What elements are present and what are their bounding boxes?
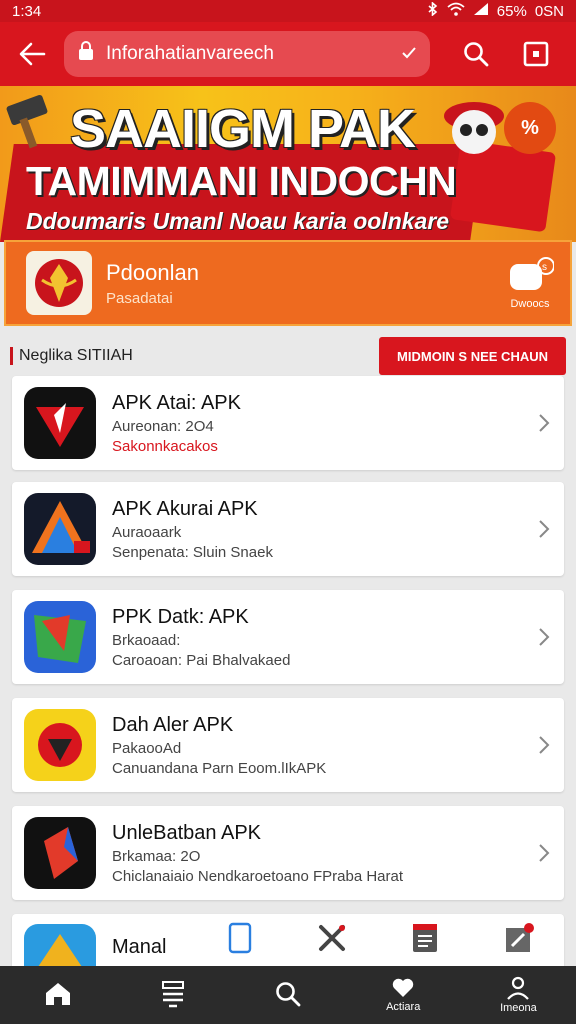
nav-search[interactable] — [230, 966, 345, 1024]
app-meta: Brkaoaad: — [112, 631, 181, 649]
tabs-button[interactable] — [506, 22, 566, 86]
app-icon — [24, 924, 96, 970]
search-icon — [464, 42, 489, 67]
status-icons: 65% 0SN — [427, 1, 564, 20]
app-meta-secondary: Senpenata: Sluin Snaek — [112, 543, 273, 561]
app-title: APK Atai: APK — [112, 391, 241, 414]
list-item[interactable]: APK Atai: APK Aureonan: 2O4 Sakonnkacako… — [12, 376, 564, 470]
check-icon — [402, 43, 416, 65]
list-item[interactable]: APK Akurai APK Auraoaark Senpenata: Slui… — [12, 482, 564, 576]
item-text: UnleBatban APK Brkamaa: 2O Chiclanaiaio … — [112, 822, 524, 885]
back-button[interactable] — [0, 22, 64, 86]
nav-label: Actiara — [386, 1001, 421, 1013]
app-title: Dah Aler APK — [112, 713, 234, 736]
battery-percent: 65% — [496, 2, 527, 20]
item-text: APK Atai: APK Aureonan: 2O4 Sakonnkacako… — [112, 392, 524, 455]
browser-toolbar: Inforahatianvareech — [0, 22, 576, 86]
featured-card[interactable]: Pdoonlan Pasadatai s Dwoocs — [4, 240, 572, 326]
quick-actions — [196, 918, 566, 962]
app-meta-secondary: Canuandana Parn Eoom.lIkAPK — [112, 759, 327, 777]
banner-title: SAAIIGM PAK — [70, 99, 416, 159]
featured-action-label: Dwoocs — [510, 298, 550, 310]
item-text: Dah Aler APK PakaooAd Canuandana Parn Eo… — [112, 714, 524, 777]
nav-favorites[interactable]: Actiara — [346, 966, 461, 1024]
featured-action-button[interactable]: s Dwoocs — [506, 256, 554, 310]
mascot-icon — [436, 86, 512, 156]
featured-title: Pdoonlan — [106, 259, 199, 285]
list-item[interactable]: PPK Datk: APK Brkaoaad: Caroaoan: Pai Bh… — [12, 590, 564, 684]
promo-banner[interactable]: SAAIIGM PAK TAMIMMANI INDOCHN Ddoumaris … — [0, 86, 576, 242]
list-item[interactable]: UnleBatban APK Brkamaa: 2O Chiclanaiaio … — [12, 806, 564, 900]
banner-discount-badge: % — [504, 102, 556, 154]
home-icon — [45, 983, 70, 1005]
app-icon — [24, 817, 96, 889]
nav-label: Imeona — [500, 1002, 537, 1014]
tabs-icon — [523, 41, 549, 67]
section-action-button[interactable]: MIDMOIN S NEE CHAUN — [379, 337, 566, 375]
app-meta-secondary: Chiclanaiaio Nendkaroetoano FPraba Harat — [112, 867, 404, 885]
url-text: Inforahatianvareech — [106, 43, 274, 64]
list-icon — [161, 981, 184, 1008]
phone-icon[interactable] — [228, 922, 252, 959]
hammer-icon — [2, 92, 62, 152]
app-icon — [24, 601, 96, 673]
app-title: PPK Datk: APK — [112, 605, 249, 628]
chevron-right-icon — [524, 843, 564, 863]
search-button[interactable] — [446, 22, 506, 86]
signal-icon — [473, 2, 489, 20]
app-meta-secondary: Sakonnkacakos — [112, 437, 218, 455]
banner-headline: TAMIMMANI INDOCHN — [26, 158, 457, 204]
chevron-right-icon — [524, 735, 564, 755]
section-header: Neglika SITIIAH MIDMOIN S NEE CHAUN — [10, 337, 566, 375]
app-title: UnleBatban APK — [112, 821, 261, 844]
bluetooth-icon — [427, 1, 439, 20]
lock-icon — [78, 41, 94, 67]
item-text: PPK Datk: APK Brkaoaad: Caroaoan: Pai Bh… — [112, 606, 524, 669]
nav-profile[interactable]: Imeona — [461, 966, 576, 1024]
featured-text: Pdoonlan Pasadatai — [106, 260, 199, 307]
emblem-icon — [26, 251, 92, 315]
app-meta: Brkamaa: 2O — [112, 847, 201, 865]
app-icon — [24, 709, 96, 781]
url-field[interactable]: Inforahatianvareech — [64, 31, 430, 77]
app-meta: Auraoaark — [112, 523, 182, 541]
wifi-icon — [447, 2, 465, 20]
chevron-right-icon — [524, 627, 564, 647]
app-meta: Aureonan: 2O4 — [112, 417, 214, 435]
app-title: APK Akurai APK — [112, 497, 258, 520]
featured-subtitle: Pasadatai — [106, 289, 173, 307]
section-title: Neglika SITIIAH — [10, 347, 133, 365]
network-text: 0SN — [534, 2, 564, 20]
app-meta: PakaooAd — [112, 739, 182, 757]
document-icon[interactable] — [411, 922, 439, 959]
app-icon — [24, 493, 96, 565]
search-icon — [276, 982, 301, 1007]
app-meta-secondary: Caroaoan: Pai Bhalvakaed — [112, 651, 291, 669]
list-item[interactable]: Dah Aler APK PakaooAd Canuandana Parn Eo… — [12, 698, 564, 792]
tool-notification-icon[interactable] — [504, 922, 534, 959]
item-text: APK Akurai APK Auraoaark Senpenata: Slui… — [112, 498, 524, 561]
person-icon — [507, 976, 530, 1000]
status-time: 1:34 — [12, 2, 42, 20]
bottom-navigation: Actiara Imeona — [0, 966, 576, 1024]
gamepad-icon: s — [510, 257, 554, 290]
svg-text:s: s — [542, 262, 547, 273]
tools-icon[interactable] — [317, 923, 347, 958]
status-bar: 1:34 65% 0SN — [0, 0, 576, 22]
heart-icon — [393, 978, 414, 997]
arrow-left-icon — [19, 42, 46, 66]
banner-tagline: Ddoumaris Umanl Noau karia oolnkare — [26, 208, 450, 234]
nav-home[interactable] — [0, 966, 115, 1024]
nav-list[interactable] — [115, 966, 230, 1024]
app-icon — [24, 387, 96, 459]
chevron-right-icon — [524, 519, 564, 539]
chevron-right-icon — [524, 413, 564, 433]
